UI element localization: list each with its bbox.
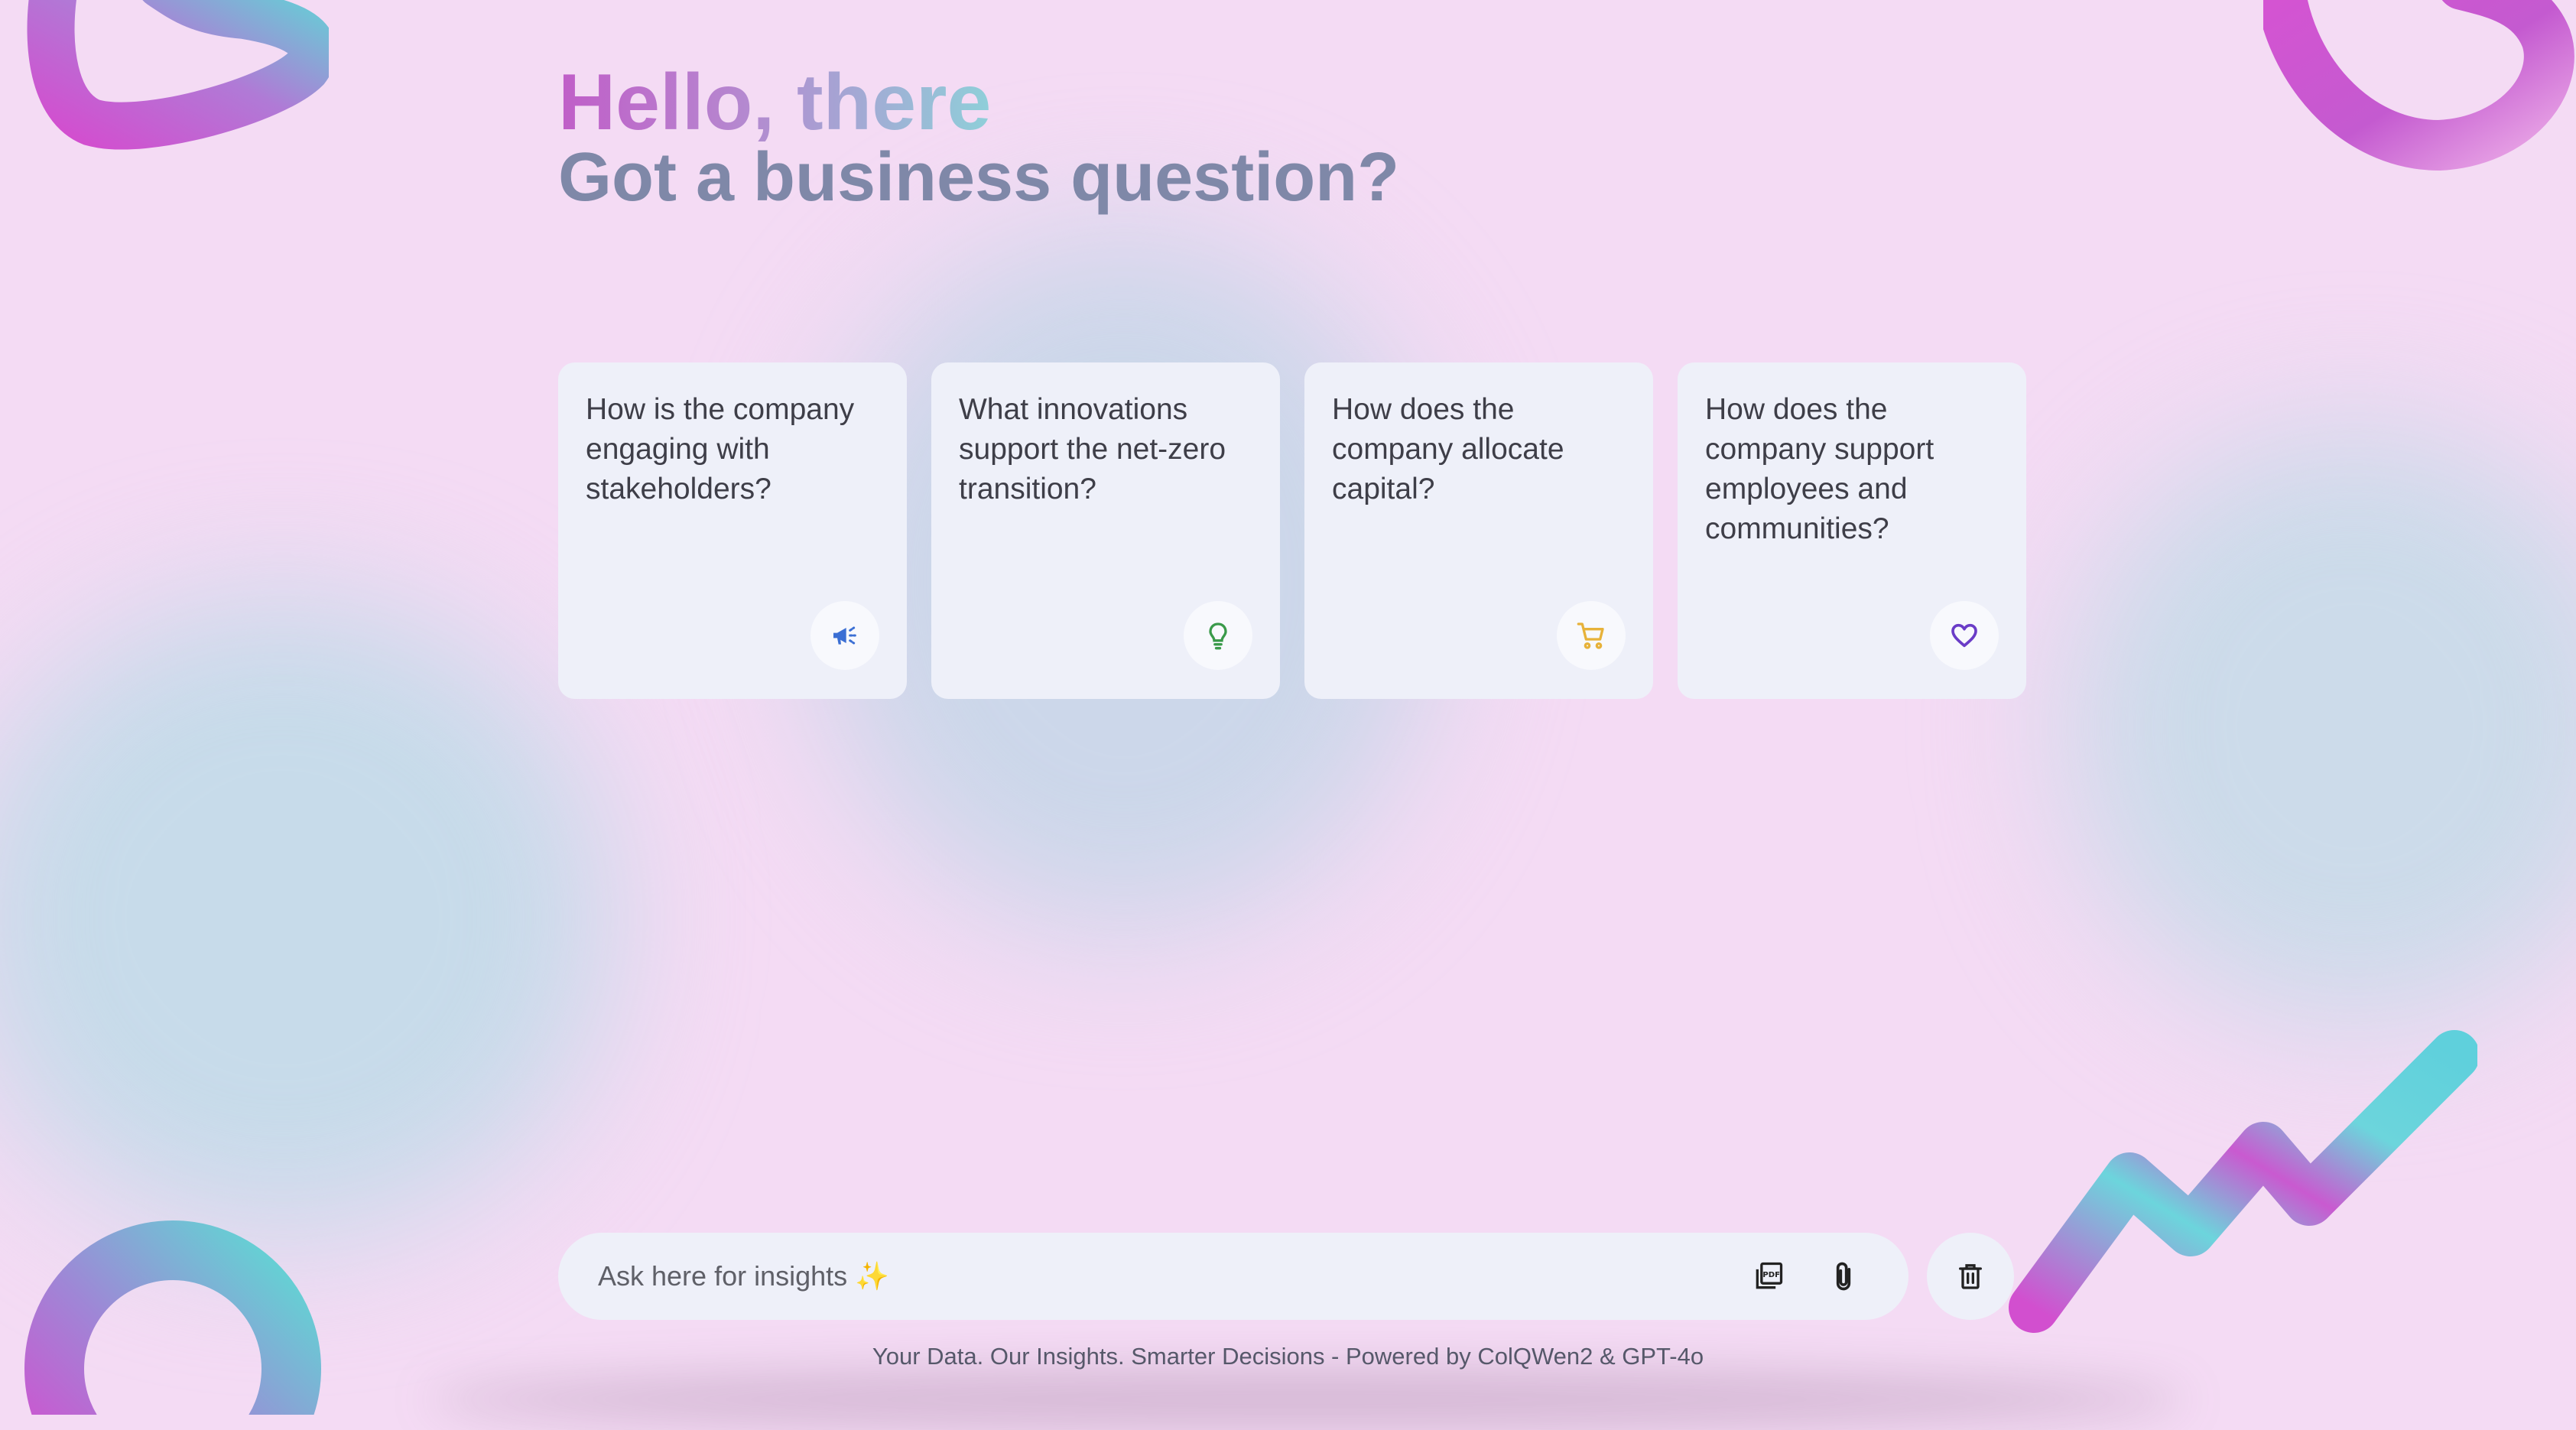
decorative-tube-top-left [27,0,329,150]
greeting-hello: Hello, there [558,58,992,147]
chat-input[interactable] [596,1259,1720,1293]
chat-input-bar: PDF [558,1233,1908,1320]
decorative-ring-bottom-left [24,1220,321,1415]
suggestion-card-text: What innovations support the net-zero tr… [959,393,1226,505]
paperclip-icon [1836,1262,1851,1291]
background-glow-left [0,596,612,1239]
footer-tagline: Your Data. Our Insights. Smarter Decisio… [872,1343,1704,1370]
suggestion-card-employees[interactable]: How does the company support employees a… [1678,362,2026,699]
suggestion-card-stakeholders[interactable]: How is the company engaging with stakeho… [558,362,907,699]
clear-chat-button[interactable] [1927,1233,2014,1320]
suggestion-card-text: How is the company engaging with stakeho… [586,393,855,505]
attach-button[interactable] [1817,1250,1870,1303]
suggestion-card-innovations[interactable]: What innovations support the net-zero tr… [931,362,1280,699]
suggestion-card-text: How does the company allocate capital? [1332,393,1564,505]
bottom-shadow [428,1369,2187,1430]
greeting-subtitle: Got a business question? [558,139,1400,216]
decorative-zigzag-bottom-right [2009,1030,2477,1333]
decorative-tube-top-right [2263,0,2574,171]
greeting-header: Hello, there Got a business question? [558,58,1400,216]
pdf-icon: PDF [1756,1262,1783,1289]
suggestion-card-capital[interactable]: How does the company allocate capital? [1304,362,1653,699]
trash-icon [1959,1264,1982,1289]
lightbulb-icon [1184,601,1252,670]
svg-text:PDF: PDF [1762,1271,1780,1279]
megaphone-icon [810,601,879,670]
heart-icon [1930,601,1999,670]
cart-icon [1557,601,1626,670]
suggestion-cards: How is the company engaging with stakeho… [558,362,2026,699]
suggestion-card-text: How does the company support employees a… [1705,393,1934,545]
pdf-upload-button[interactable]: PDF [1742,1250,1795,1303]
background-glow-right [2064,428,2576,1025]
